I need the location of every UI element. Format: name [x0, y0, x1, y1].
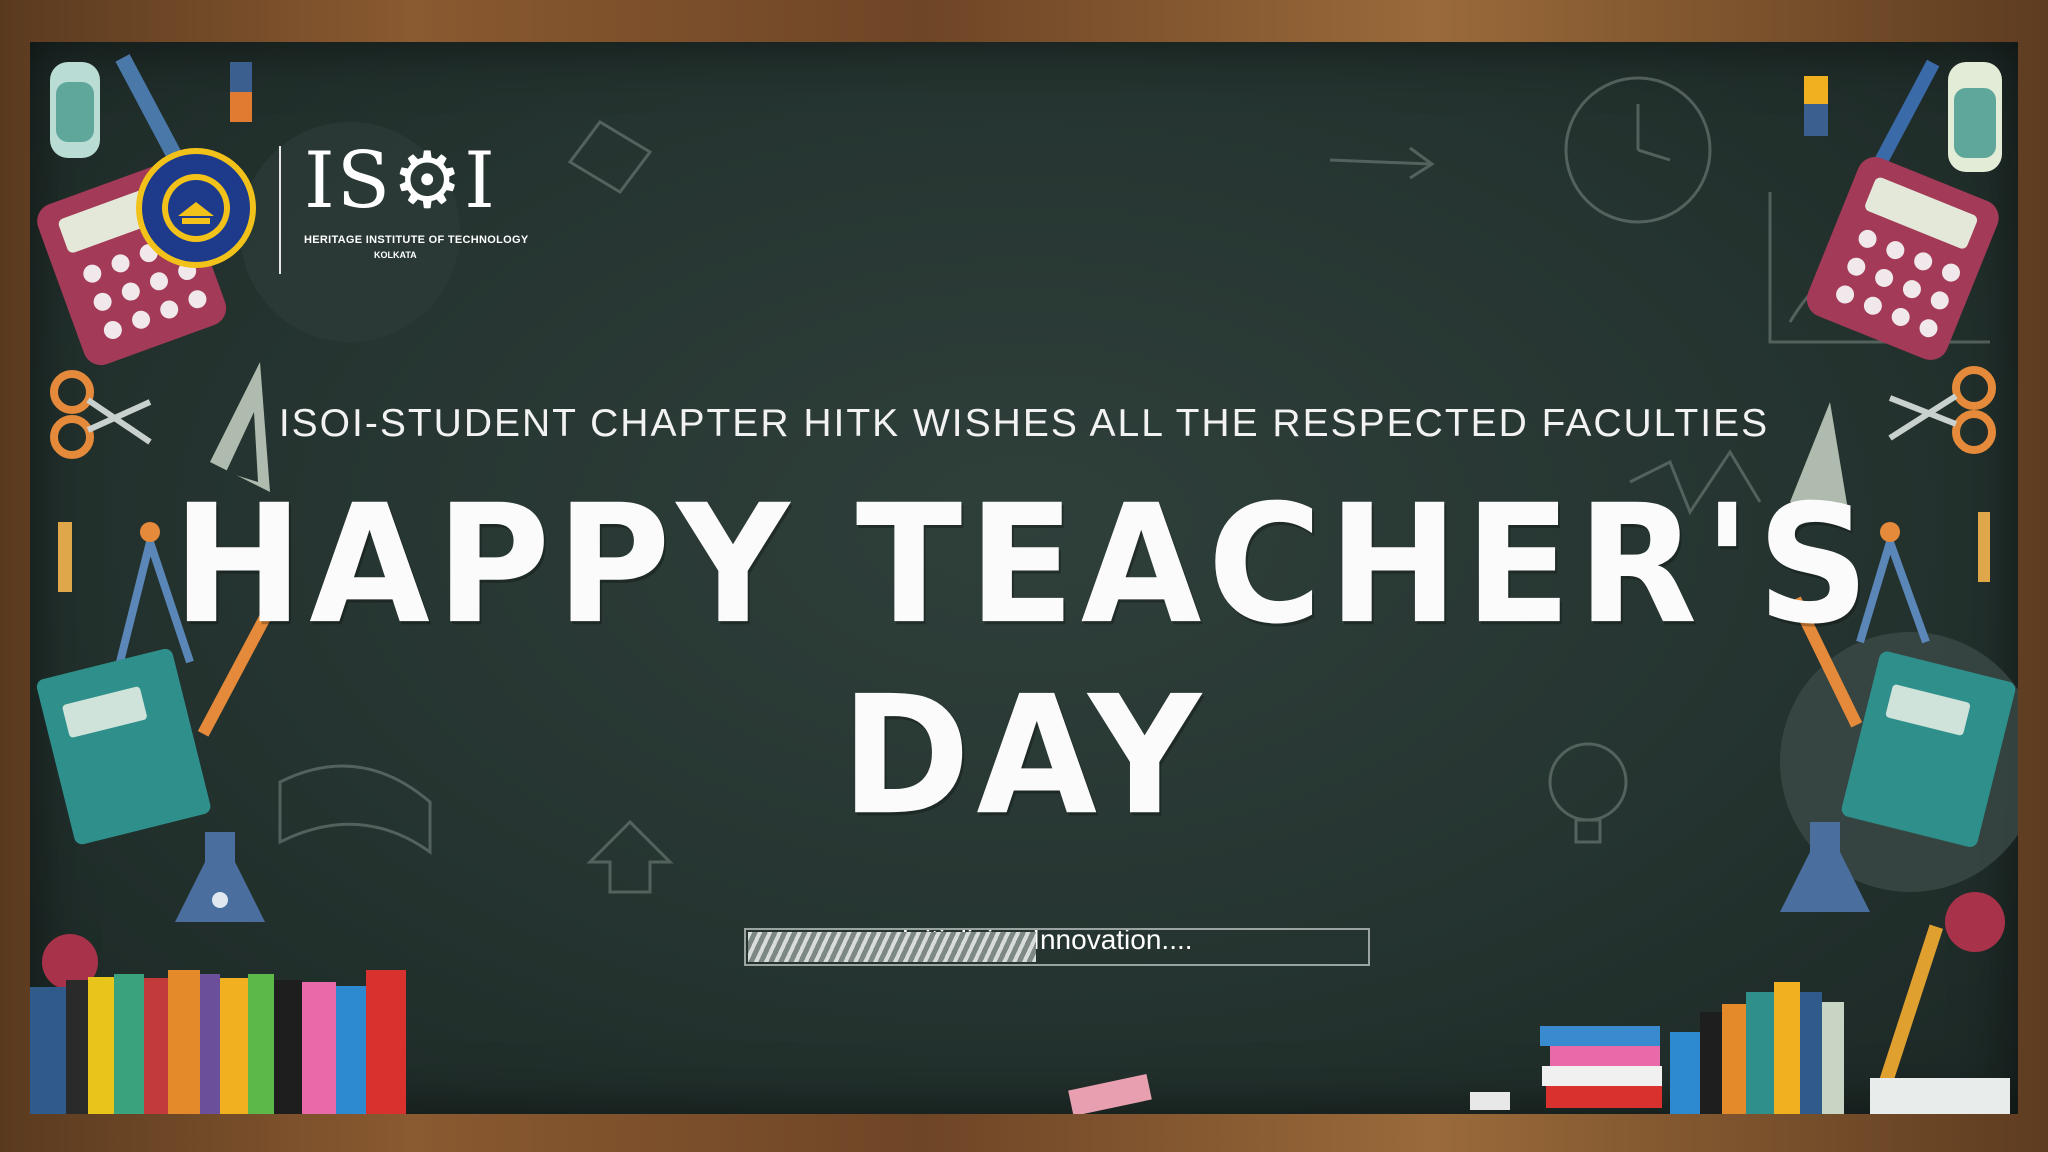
paper-doodle-icon — [567, 120, 653, 194]
institute-seal-icon — [136, 148, 256, 268]
glue-bottle-left-icon — [50, 62, 100, 158]
pencil-blue-right-icon — [1870, 59, 1940, 173]
brand-name: IS⚙I — [304, 136, 497, 226]
headline: HAPPY TEACHER'S DAY — [172, 468, 1876, 852]
chalkboard: IS⚙I HERITAGE INSTITUTE OF TECHNOLOGY KO… — [30, 42, 2018, 1114]
pencil-blue-icon — [115, 54, 182, 159]
chalk-white-icon — [1470, 1092, 1510, 1110]
brand-city: KOLKATA — [374, 250, 417, 260]
progress-bar — [744, 928, 1370, 966]
logo-area: IS⚙I HERITAGE INSTITUTE OF TECHNOLOGY KO… — [134, 142, 528, 276]
glue-bottle-right-icon — [1948, 62, 2002, 172]
bookshelf-right — [1540, 982, 2010, 1114]
arrow-doodle-icon — [1329, 146, 1435, 180]
calculator-right-icon — [1806, 157, 1999, 360]
logo-divider — [279, 146, 281, 274]
chalk-pink-icon — [1068, 1073, 1152, 1114]
brand-institute: HERITAGE INSTITUTE OF TECHNOLOGY — [304, 234, 529, 246]
greeting-subtitle: ISOI-STUDENT CHAPTER HITK WISHES ALL THE… — [278, 402, 1770, 445]
progress-fill — [748, 932, 1037, 962]
bookshelf-left — [30, 970, 406, 1114]
